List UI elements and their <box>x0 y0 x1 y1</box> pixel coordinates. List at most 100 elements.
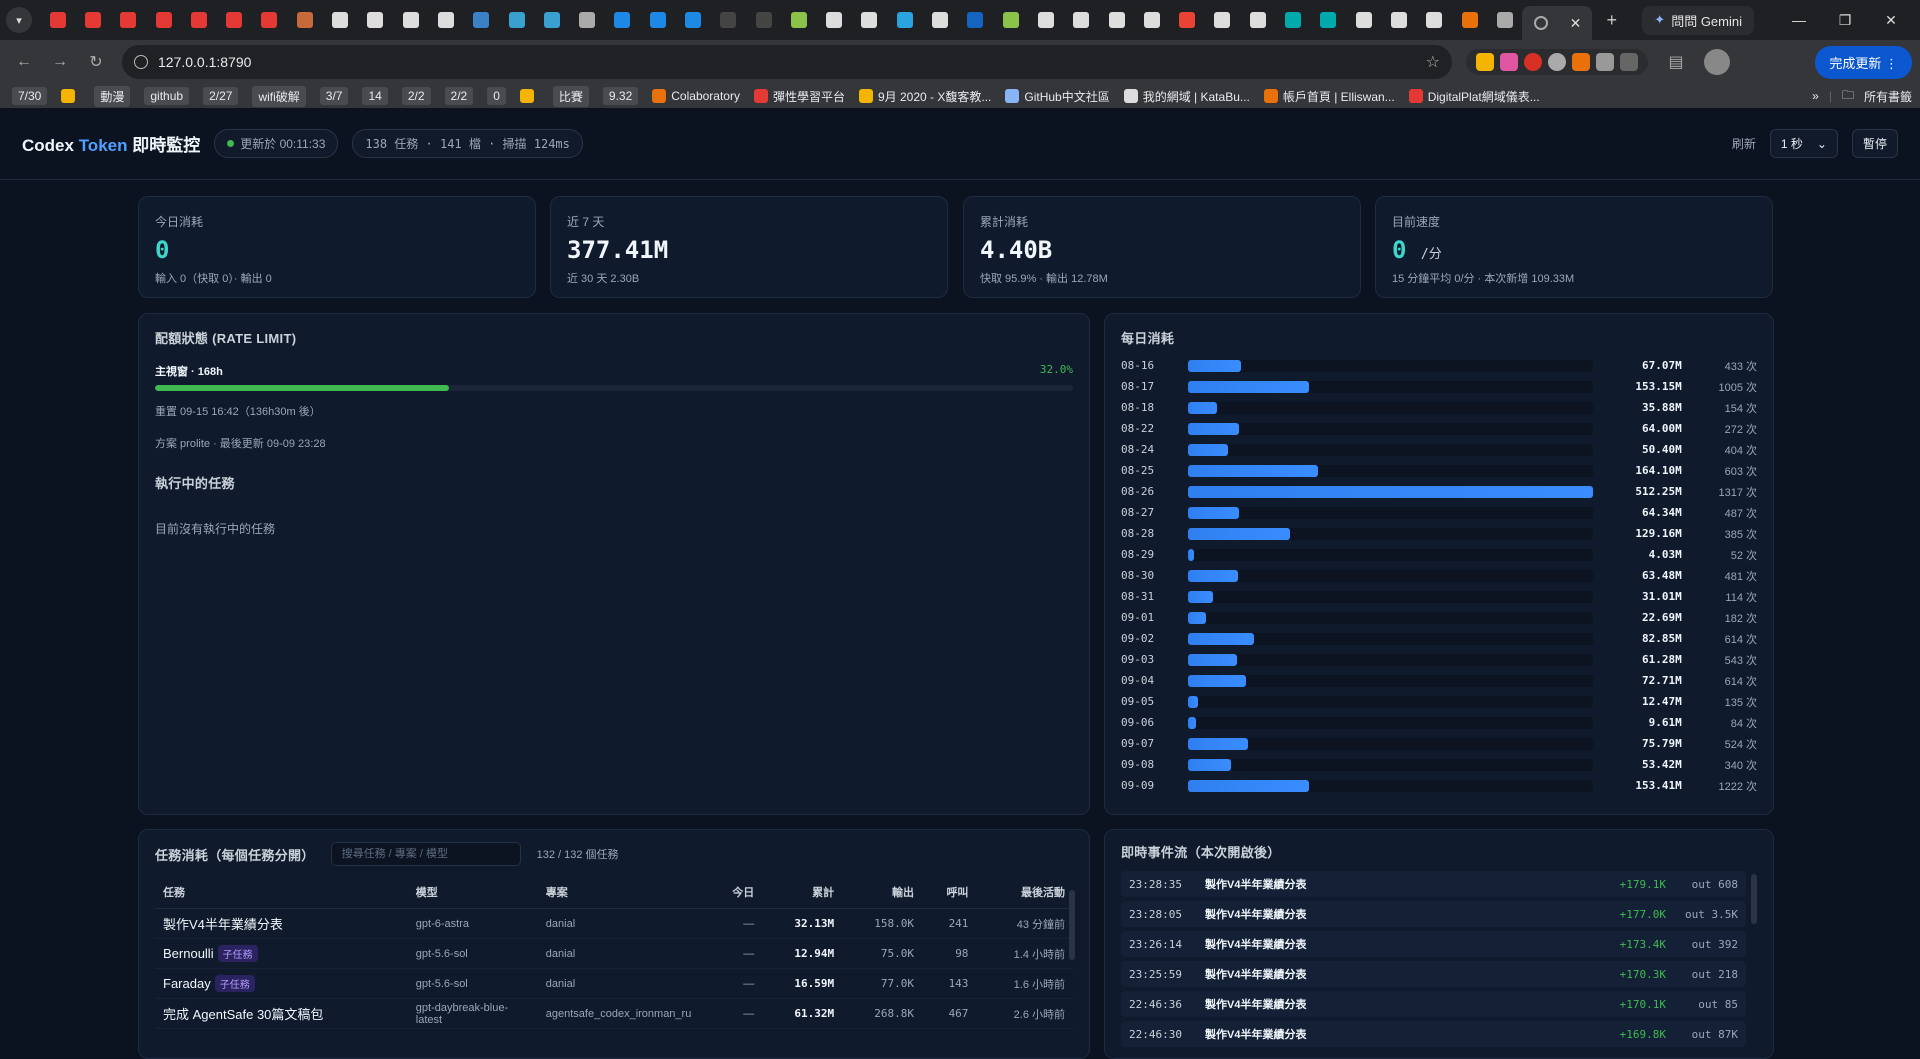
tab[interactable] <box>1205 5 1240 35</box>
bookmark-item[interactable]: 14 <box>358 85 391 107</box>
active-tab[interactable]: ✕ <box>1522 6 1593 40</box>
tab[interactable] <box>993 5 1028 35</box>
tab[interactable] <box>499 5 534 35</box>
bookmark-item[interactable]: 2/2 <box>441 85 478 107</box>
tab[interactable] <box>534 5 569 35</box>
pause-button[interactable]: 暫停 <box>1851 129 1898 158</box>
task-scrollbar[interactable] <box>1069 890 1075 960</box>
tab[interactable] <box>1452 5 1487 35</box>
tab[interactable] <box>75 5 110 35</box>
bookmark-item[interactable]: 動漫 <box>90 84 134 108</box>
extension-icon[interactable] <box>1596 53 1614 71</box>
bookmark-item[interactable]: github <box>140 85 193 107</box>
tab[interactable] <box>1417 5 1452 35</box>
tab[interactable] <box>146 5 181 35</box>
tab[interactable] <box>1346 5 1381 35</box>
tab[interactable] <box>1064 5 1099 35</box>
forward-icon[interactable]: → <box>44 46 76 78</box>
tab[interactable] <box>1134 5 1169 35</box>
restore-icon[interactable]: ❐ <box>1822 12 1868 29</box>
tab[interactable] <box>781 5 816 35</box>
back-icon[interactable]: ← <box>8 46 40 78</box>
bookmark-item[interactable]: 7/30 <box>8 85 51 107</box>
tab[interactable] <box>1170 5 1205 35</box>
gemini-button[interactable]: ✦ 問問 Gemini <box>1642 5 1754 35</box>
table-row[interactable]: 完成 AgentSafe 30篇文稿包 gpt-daybreak-blue-lat… <box>155 998 1073 1029</box>
more-bookmarks-icon[interactable]: » <box>1812 89 1819 103</box>
tab[interactable] <box>216 5 251 35</box>
bookmark-item[interactable]: 彈性學習平台 <box>750 86 849 107</box>
tab[interactable] <box>40 5 75 35</box>
tab[interactable] <box>922 5 957 35</box>
folder-icon[interactable]: 🗀 <box>1842 86 1854 107</box>
reload-icon[interactable]: ↻ <box>80 46 112 78</box>
address-bar[interactable]: 127.0.0.1:8790 ☆ <box>122 45 1452 79</box>
bookmark-item[interactable]: Colaboratory <box>648 87 744 105</box>
event-scrollbar[interactable] <box>1751 874 1757 924</box>
bookmark-item[interactable]: 0 <box>483 85 510 107</box>
task-search-input[interactable]: 搜尋任務 / 專案 / 模型 <box>330 842 521 866</box>
tab[interactable] <box>887 5 922 35</box>
close-tab-icon[interactable]: ✕ <box>1570 15 1582 32</box>
tab[interactable] <box>111 5 146 35</box>
tab[interactable] <box>605 5 640 35</box>
close-window-icon[interactable]: ✕ <box>1868 12 1914 29</box>
tab[interactable] <box>817 5 852 35</box>
tab[interactable] <box>711 5 746 35</box>
tab[interactable] <box>675 5 710 35</box>
refresh-select[interactable]: 1 秒 ⌄ <box>1769 129 1838 158</box>
extension-icon[interactable] <box>1572 53 1590 71</box>
bookmark-item[interactable]: 9.32 <box>599 85 642 107</box>
column-header[interactable]: 任務 <box>155 876 408 909</box>
side-panel-icon[interactable]: ▤ <box>1660 46 1692 78</box>
bookmark-item[interactable]: 比賽 <box>549 84 593 108</box>
table-row[interactable]: Bernoulli 子任務 gpt-5.6-sol danial —12.94M 75.0… <box>155 938 1073 969</box>
tab[interactable] <box>1099 5 1134 35</box>
tab[interactable] <box>358 5 393 35</box>
extension-icon[interactable] <box>1548 53 1566 71</box>
bookmark-item[interactable]: 我的網域 | KataBu... <box>1120 86 1254 107</box>
bookmark-item[interactable] <box>516 87 543 105</box>
tab[interactable] <box>569 5 604 35</box>
tab[interactable] <box>958 5 993 35</box>
bookmark-item[interactable]: 2/2 <box>398 85 435 107</box>
column-header[interactable]: 模型 <box>407 876 538 909</box>
extension-icon[interactable] <box>1500 53 1518 71</box>
bookmark-item[interactable]: 帳戶首頁 | Elliswan... <box>1260 86 1399 107</box>
tab[interactable] <box>1275 5 1310 35</box>
tab[interactable] <box>287 5 322 35</box>
update-button[interactable]: 完成更新 ⋮ <box>1815 45 1912 79</box>
column-header[interactable]: 輸出 <box>842 876 922 909</box>
column-header[interactable]: 今日 <box>707 876 763 909</box>
column-header[interactable]: 累計 <box>762 876 843 909</box>
minimize-icon[interactable]: — <box>1776 12 1822 29</box>
profile-avatar[interactable] <box>1704 49 1730 75</box>
tab[interactable] <box>322 5 357 35</box>
extension-icon[interactable] <box>1476 53 1494 71</box>
bookmark-item[interactable] <box>57 87 84 105</box>
tab[interactable] <box>640 5 675 35</box>
table-row[interactable]: Faraday 子任務 gpt-5.6-sol danial —16.59M 77.0K 1… <box>155 968 1073 999</box>
new-tab-button[interactable]: + <box>1606 10 1617 31</box>
tab[interactable] <box>1381 5 1416 35</box>
column-header[interactable]: 專案 <box>537 876 708 909</box>
tab[interactable] <box>746 5 781 35</box>
bookmark-item[interactable]: 9月 2020 - X馥客教... <box>855 86 995 107</box>
tab-search-button[interactable]: ▾ <box>6 7 32 33</box>
site-info-icon[interactable] <box>134 55 148 69</box>
column-header[interactable]: 呼叫 <box>921 876 977 909</box>
bookmark-item[interactable]: 2/27 <box>199 85 242 107</box>
all-bookmarks[interactable]: 所有書籤 <box>1864 88 1912 105</box>
bookmark-item[interactable]: GitHub中文社區 <box>1001 86 1113 107</box>
bookmark-item[interactable]: DigitalPlat網域儀表... <box>1405 86 1544 107</box>
puzzle-icon[interactable] <box>1620 53 1638 71</box>
column-header[interactable]: 最後活動 <box>976 876 1073 909</box>
tab[interactable] <box>181 5 216 35</box>
tab[interactable] <box>1028 5 1063 35</box>
tab[interactable] <box>852 5 887 35</box>
bookmark-item[interactable]: 3/7 <box>316 85 353 107</box>
bookmark-star-icon[interactable]: ☆ <box>1426 52 1440 72</box>
tab[interactable] <box>393 5 428 35</box>
tab[interactable] <box>1240 5 1275 35</box>
table-row[interactable]: 製作V4半年業績分表 gpt-6-astra danial —32.13M 158.0K… <box>155 908 1073 939</box>
